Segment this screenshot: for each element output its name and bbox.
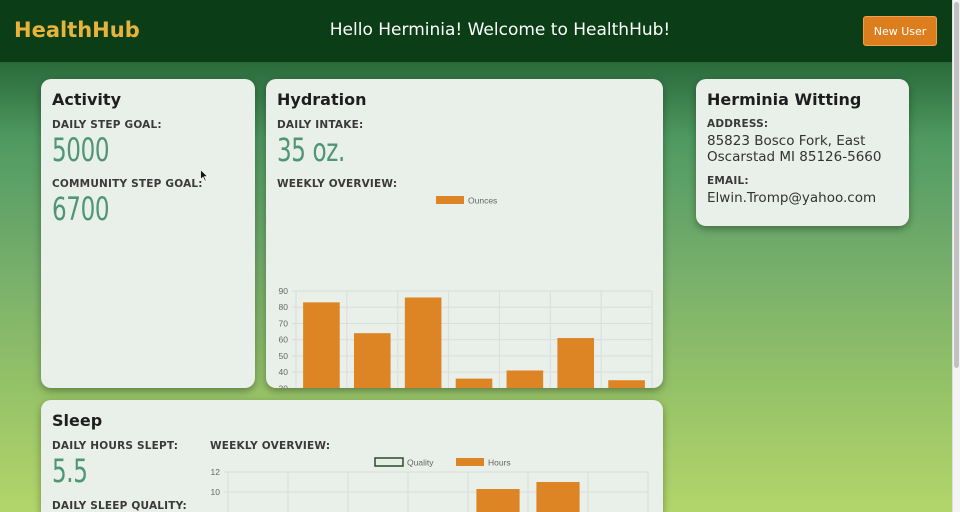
mouse-cursor-icon	[200, 169, 209, 182]
daily-intake-label: DAILY INTAKE:	[277, 119, 364, 131]
bar-1-4	[476, 489, 520, 512]
legend-swatch-1	[456, 458, 484, 466]
bar-0-6	[608, 380, 645, 388]
bar-0-5	[557, 338, 595, 388]
legend-label-1: Hours	[488, 458, 511, 468]
address-line-1: 85823 Bosco Fork, East	[707, 133, 866, 149]
legend-label-0: Ounces	[468, 196, 497, 206]
daily-hours-slept-label: DAILY HOURS SLEPT:	[52, 440, 179, 452]
scrollbar-thumb[interactable]	[954, 2, 959, 368]
legend-label-0: Quality	[407, 458, 434, 468]
bar-0-0	[303, 302, 340, 388]
bar-0-3	[455, 378, 493, 388]
activity-card: Activity DAILY STEP GOAL: 5000 COMMUNITY…	[41, 79, 255, 388]
hydration-title: Hydration	[277, 90, 367, 109]
daily-step-goal-value: 5000	[52, 131, 110, 169]
bar-0-1	[353, 333, 391, 388]
daily-sleep-quality-label: DAILY SLEEP QUALITY:	[52, 500, 187, 512]
y-tick-label-3: 30	[279, 383, 289, 388]
y-tick-label-9: 90	[279, 286, 289, 296]
bar-0-4	[506, 370, 544, 388]
sleep-title: Sleep	[52, 411, 103, 430]
y-tick-label-0: 10	[211, 487, 221, 497]
y-tick-label-8: 80	[279, 302, 289, 312]
welcome-greeting: Hello Herminia! Welcome to HealthHub!	[329, 20, 671, 40]
app-header: HealthHub Hello Herminia! Welcome to Hea…	[0, 0, 952, 62]
legend-swatch-0	[374, 457, 404, 467]
daily-step-goal-label: DAILY STEP GOAL:	[52, 119, 162, 131]
community-step-goal-value: 6700	[52, 190, 110, 228]
address-label: ADDRESS:	[707, 118, 769, 130]
hydration-card: Hydration DAILY INTAKE: 35 oz. WEEKLY OV…	[266, 79, 663, 388]
bar-0-2	[404, 297, 442, 388]
user-name: Herminia Witting	[707, 90, 862, 109]
y-tick-label-5: 50	[279, 351, 289, 361]
sleep-card: Sleep DAILY HOURS SLEPT: 5.5 DAILY SLEEP…	[41, 400, 663, 512]
sleep-weekly-label: WEEKLY OVERVIEW:	[210, 440, 331, 452]
hydration-bar-chart: Ounces01020304050607080902020/01/162020/…	[279, 196, 653, 388]
y-tick-label-6: 60	[279, 335, 289, 345]
y-tick-label-1: 12	[211, 467, 221, 477]
sleep-bar-chart: Quality Hours 10 12	[211, 457, 649, 512]
email-value: Elwin.Tromp@yahoo.com	[707, 190, 877, 206]
page-scrollbar[interactable]	[952, 0, 960, 512]
new-user-button[interactable]: New User	[863, 16, 937, 46]
email-label: EMAIL:	[707, 175, 749, 187]
activity-title: Activity	[52, 90, 121, 109]
y-tick-label-7: 70	[279, 318, 289, 328]
legend-swatch-0	[436, 196, 464, 204]
community-step-goal-label: COMMUNITY STEP GOAL:	[52, 178, 203, 190]
daily-intake-value: 35 oz.	[277, 131, 345, 169]
bar-1-5	[536, 482, 580, 512]
user-info-card: Herminia Witting ADDRESS: 85823 Bosco Fo…	[696, 79, 909, 226]
address-line-2: Oscarstad MI 85126-5660	[707, 149, 882, 165]
daily-hours-slept-value: 5.5	[52, 452, 88, 490]
y-tick-label-4: 40	[279, 367, 289, 377]
